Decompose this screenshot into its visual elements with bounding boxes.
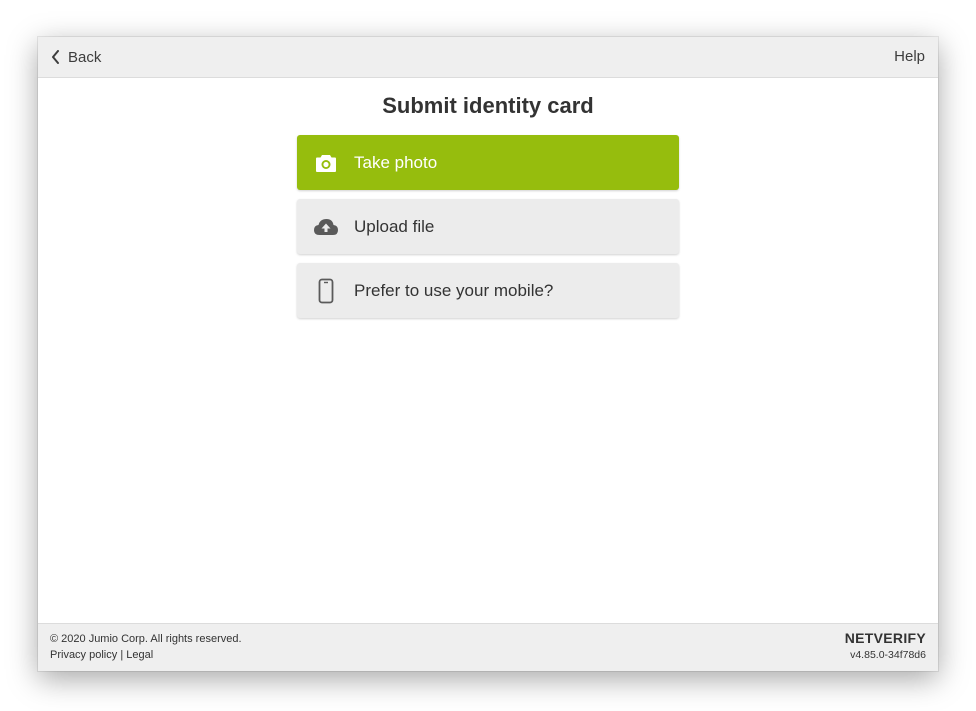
copyright-text: © 2020 Jumio Corp. All rights reserved. xyxy=(50,633,242,645)
legal-link[interactable]: Legal xyxy=(126,649,153,661)
footer: © 2020 Jumio Corp. All rights reserved. … xyxy=(38,623,938,671)
brand-name: NETVERIFY xyxy=(844,630,926,646)
capture-options: Take photo Upload file Prefer to use you… xyxy=(297,135,679,327)
back-label: Back xyxy=(68,48,102,66)
verification-window: Back Help Submit identity card Take phot… xyxy=(38,37,938,671)
chevron-left-icon xyxy=(51,50,60,64)
help-link[interactable]: Help xyxy=(894,37,925,77)
upload-file-label: Upload file xyxy=(354,216,435,236)
back-button[interactable]: Back xyxy=(51,37,101,77)
page-title: Submit identity card xyxy=(382,93,594,118)
privacy-policy-link[interactable]: Privacy policy xyxy=(50,649,117,661)
link-separator: | xyxy=(120,649,124,661)
version-label: v4.85.0-34f78d6 xyxy=(850,649,926,661)
mobile-phone-icon xyxy=(297,278,354,304)
take-photo-button[interactable]: Take photo xyxy=(297,135,679,190)
use-mobile-button[interactable]: Prefer to use your mobile? xyxy=(297,263,679,318)
camera-icon xyxy=(297,153,354,173)
upload-file-button[interactable]: Upload file xyxy=(297,199,679,254)
top-bar: Back Help xyxy=(38,37,938,78)
take-photo-label: Take photo xyxy=(354,152,438,172)
use-mobile-label: Prefer to use your mobile? xyxy=(354,280,554,300)
legal-links: Privacy policy | Legal xyxy=(50,649,153,661)
cloud-upload-icon xyxy=(297,218,354,236)
